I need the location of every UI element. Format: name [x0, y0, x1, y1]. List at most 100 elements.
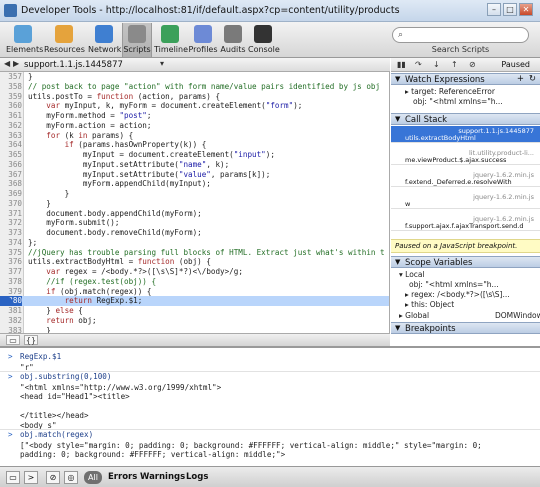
- console-prompt-icon[interactable]: >: [24, 471, 38, 484]
- code-line[interactable]: 367 myInput.setAttribute("value", params…: [0, 170, 389, 180]
- line-number[interactable]: 359: [0, 92, 22, 102]
- tab-console[interactable]: Console: [248, 23, 280, 57]
- code-line[interactable]: 368 myForm.appendChild(myInput);: [0, 179, 389, 189]
- forward-arrow-icon[interactable]: ▶: [13, 59, 19, 68]
- tab-timeline[interactable]: Timeline: [154, 23, 188, 57]
- code-line[interactable]: 359 utils.postTo = function (action, para…: [0, 92, 389, 102]
- line-number[interactable]: 358: [0, 82, 22, 92]
- line-number[interactable]: 361: [0, 111, 22, 121]
- minimize-button[interactable]: –: [487, 3, 501, 16]
- code-line[interactable]: 374};: [0, 238, 389, 248]
- call-frame[interactable]: lit.utility.product-li... me.viewProduct…: [391, 148, 540, 165]
- watch-item: ▸ target: ReferenceError: [405, 87, 495, 96]
- maximize-button[interactable]: □: [503, 3, 517, 16]
- tab-profiles[interactable]: Profiles: [188, 23, 218, 57]
- code-line[interactable]: 375 //jQuery has trouble parsing full blo…: [0, 248, 389, 258]
- line-number[interactable]: 365: [0, 150, 22, 160]
- tab-elements[interactable]: Elements: [6, 23, 43, 57]
- line-number[interactable]: 374: [0, 238, 22, 248]
- code-line[interactable]: 363 for (k in params) {: [0, 131, 389, 141]
- line-number[interactable]: 383: [0, 326, 22, 334]
- code-line[interactable]: 379 if (obj.match(regex)) {: [0, 287, 389, 297]
- refresh-icon[interactable]: ↻: [529, 74, 536, 84]
- script-file-select[interactable]: support.1.1.js.1445877: [24, 60, 123, 70]
- line-number[interactable]: 366: [0, 160, 22, 170]
- line-number[interactable]: 379: [0, 287, 22, 297]
- code-line[interactable]: 364 if (params.hasOwnProperty(k)) {: [0, 140, 389, 150]
- search-input[interactable]: ⌕: [392, 27, 529, 43]
- source-code-view[interactable]: 357} 358// post back to page "action" wit…: [0, 72, 390, 333]
- line-number[interactable]: 370: [0, 199, 22, 209]
- line-number[interactable]: 373: [0, 228, 22, 238]
- call-frame[interactable]: support.1.1.js.1445877 utils.extractBody…: [391, 126, 540, 143]
- call-frame[interactable]: jquery-1.6.2.min.js w: [391, 192, 540, 209]
- console-panel[interactable]: > RegExp.$1 "r" > obj.substring(0,100) "<html…: [0, 346, 540, 466]
- toggle-console-icon[interactable]: ▭: [6, 335, 20, 345]
- step-over-icon[interactable]: ↷: [415, 60, 422, 69]
- code-line[interactable]: 378 //if (regex.test(obj)) {: [0, 277, 389, 287]
- code-line[interactable]: 361 myForm.method = "post";: [0, 111, 389, 121]
- line-number[interactable]: 382: [0, 316, 22, 326]
- line-number[interactable]: 369: [0, 189, 22, 199]
- scope-variables-header[interactable]: ▼ Scope Variables: [391, 256, 540, 268]
- pause-icon[interactable]: ▮▮: [397, 60, 406, 69]
- clear-console-icon[interactable]: ⊘: [46, 471, 60, 484]
- line-number[interactable]: 377: [0, 267, 22, 277]
- filter-warnings-button[interactable]: Warnings: [140, 471, 185, 484]
- call-stack-header[interactable]: ▼ Call Stack: [391, 113, 540, 125]
- scope-icon[interactable]: ◎: [64, 471, 78, 484]
- code-line[interactable]: 362 myForm.action = action;: [0, 121, 389, 131]
- line-number[interactable]: 378: [0, 277, 22, 287]
- code-line[interactable]: 381 } else {: [0, 306, 389, 316]
- code-line[interactable]: 366 myInput.setAttribute("name", k);: [0, 160, 389, 170]
- line-number[interactable]: 367: [0, 170, 22, 180]
- code-line[interactable]: 373 document.body.removeChild(myForm);: [0, 228, 389, 238]
- line-number[interactable]: 371: [0, 209, 22, 219]
- code-line[interactable]: 376 utils.extractBodyHtml = function (obj…: [0, 257, 389, 267]
- step-into-icon[interactable]: ↓: [433, 60, 440, 69]
- watch-expressions-header[interactable]: ▼ Watch Expressions + ↻: [391, 73, 540, 85]
- code-line[interactable]: 358 // post back to page "action" with fo…: [0, 82, 389, 92]
- code-line[interactable]: 382 return obj;: [0, 316, 389, 326]
- code-line[interactable]: 357}: [0, 72, 389, 82]
- scope-local-label[interactable]: ▾ Local: [399, 270, 540, 279]
- call-frame[interactable]: jquery-1.6.2.min.js f.extend._Deferred.e…: [391, 170, 540, 187]
- line-number[interactable]: 360: [0, 101, 22, 111]
- filter-errors-button[interactable]: Errors: [108, 471, 137, 484]
- step-out-icon[interactable]: ↑: [451, 60, 458, 69]
- filter-logs-button[interactable]: Logs: [186, 471, 208, 484]
- code-line[interactable]: 372 myForm.submit();: [0, 218, 389, 228]
- code-line[interactable]: 371 document.body.appendChild(myForm);: [0, 209, 389, 219]
- filter-all-button[interactable]: All: [84, 471, 102, 484]
- line-number[interactable]: 363: [0, 131, 22, 141]
- line-number[interactable]: 364: [0, 140, 22, 150]
- breakpoints-header[interactable]: ▼ Breakpoints: [391, 322, 540, 334]
- console-text: ["<body style="margin: 0; padding: 0; ba…: [20, 440, 482, 450]
- line-number[interactable]: 362: [0, 121, 22, 131]
- tab-resources[interactable]: Resources: [44, 23, 85, 57]
- code-line[interactable]: 360 var myInput, k, myForm = document.cr…: [0, 101, 389, 111]
- code-line[interactable]: 370 }: [0, 199, 389, 209]
- line-number[interactable]: 376: [0, 257, 22, 267]
- line-number[interactable]: 381: [0, 306, 22, 316]
- line-number[interactable]: 357: [0, 72, 22, 82]
- code-line[interactable]: 383 }: [0, 326, 389, 334]
- line-number[interactable]: 368: [0, 179, 22, 189]
- back-arrow-icon[interactable]: ◀: [4, 59, 10, 68]
- line-number[interactable]: 372: [0, 218, 22, 228]
- pretty-print-icon[interactable]: {}: [24, 335, 38, 345]
- code-line[interactable]: 365 myInput = document.createElement("in…: [0, 150, 389, 160]
- code-line[interactable]: 380 return RegExp.$1;: [0, 296, 389, 306]
- close-button[interactable]: ✕: [519, 3, 533, 16]
- tab-network[interactable]: Network: [88, 23, 121, 57]
- call-frame[interactable]: jquery-1.6.2.min.js f.support.ajax.f.aja…: [391, 214, 540, 231]
- add-watch-icon[interactable]: +: [517, 74, 524, 84]
- code-line[interactable]: 377 var regex = /<body.*?>([\s\S]*?)<\/b…: [0, 267, 389, 277]
- code-line[interactable]: 369 }: [0, 189, 389, 199]
- tab-scripts[interactable]: Scripts: [122, 23, 152, 57]
- chevron-down-icon[interactable]: ▾: [160, 59, 164, 68]
- dock-icon[interactable]: ▭: [6, 471, 20, 484]
- tab-audits[interactable]: Audits: [220, 23, 246, 57]
- deactivate-breakpoints-icon[interactable]: ⊘: [469, 60, 476, 69]
- line-number[interactable]: 375: [0, 248, 22, 258]
